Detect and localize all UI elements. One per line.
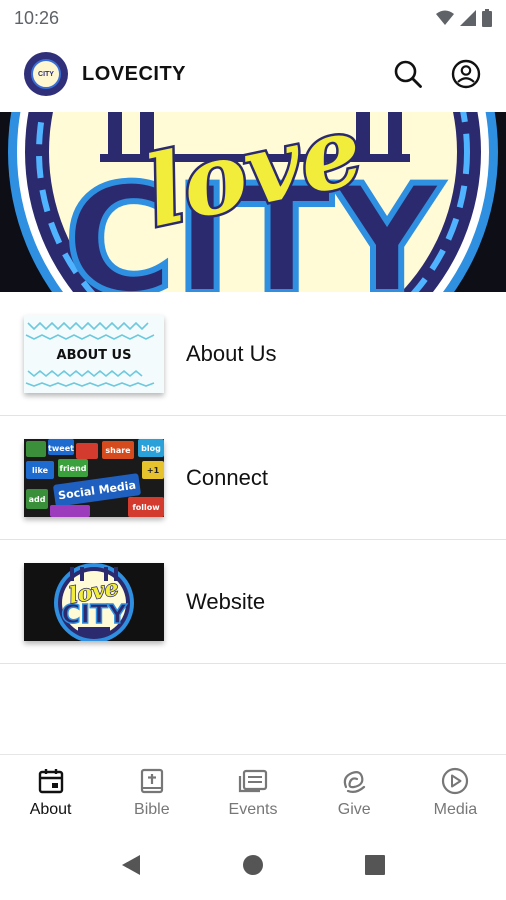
hero-banner[interactable]: CITY love [0,112,506,292]
list-item-label: Connect [186,464,268,490]
app-bar: CITY LOVECITY [0,36,506,112]
status-bar: 10:26 [0,0,506,36]
bottom-navigation: About Bible Events Give Media [0,754,506,830]
tag-add: add [29,495,46,504]
list-item-about-us[interactable]: ABOUT US About Us [0,292,506,416]
nav-label: About [29,800,72,818]
events-icon [238,769,268,792]
tag-plus-one: +1 [147,466,160,475]
cellular-icon [460,10,476,26]
app-bar-actions [392,58,482,90]
search-button[interactable] [392,58,424,90]
nav-bible[interactable]: Bible [101,755,202,830]
back-icon[interactable] [120,853,142,877]
logo-text: CITY [38,70,54,78]
nav-events[interactable]: Events [202,755,303,830]
about-us-thumb-text: ABOUT US [57,348,132,363]
logo-badge: CITY [31,59,61,89]
account-button[interactable] [450,58,482,90]
social-media-keyboard-image: tweet friend share blog like Social Medi… [24,438,164,517]
connect-thumbnail: tweet friend share blog like Social Medi… [24,438,164,517]
wifi-icon [436,10,454,25]
tag-share: share [105,446,131,455]
account-icon [451,59,481,89]
nav-label: Media [433,800,478,818]
lovecity-logo-image: CITY love [24,562,164,641]
list-item-connect[interactable]: tweet friend share blog like Social Medi… [0,416,506,540]
app-logo[interactable]: CITY [24,52,68,96]
system-navigation-bar [0,830,506,900]
nav-label: Events [228,800,278,818]
search-icon [394,60,422,88]
website-thumbnail: CITY love [24,562,164,641]
list-item-website[interactable]: CITY love Website [0,540,506,664]
play-circle-icon [442,767,469,794]
tag-friend: friend [59,464,86,473]
lovecity-banner-image: CITY love [0,112,506,292]
calendar-icon [38,768,63,793]
nav-label: Bible [134,800,170,818]
content-list: ABOUT US About Us tweet friend share blo… [0,292,506,664]
tag-blog: blog [141,444,161,453]
status-icons [436,9,492,27]
tag-like: like [32,466,49,475]
nav-give[interactable]: Give [304,755,405,830]
about-us-image: ABOUT US [24,314,164,393]
tag-follow: follow [132,503,160,512]
bible-icon [140,768,163,793]
give-icon [343,770,366,793]
list-item-label: About Us [186,340,277,366]
recents-icon[interactable] [364,854,386,876]
tag-tweet: tweet [48,444,74,453]
battery-icon [482,9,492,27]
home-icon[interactable] [242,854,264,876]
list-item-label: Website [186,588,266,614]
nav-media[interactable]: Media [405,755,506,830]
app-title: LOVECITY [82,62,187,85]
nav-label: Give [337,800,371,818]
status-time: 10:26 [14,7,60,28]
about-us-thumbnail: ABOUT US [24,314,164,393]
nav-about[interactable]: About [0,755,101,830]
